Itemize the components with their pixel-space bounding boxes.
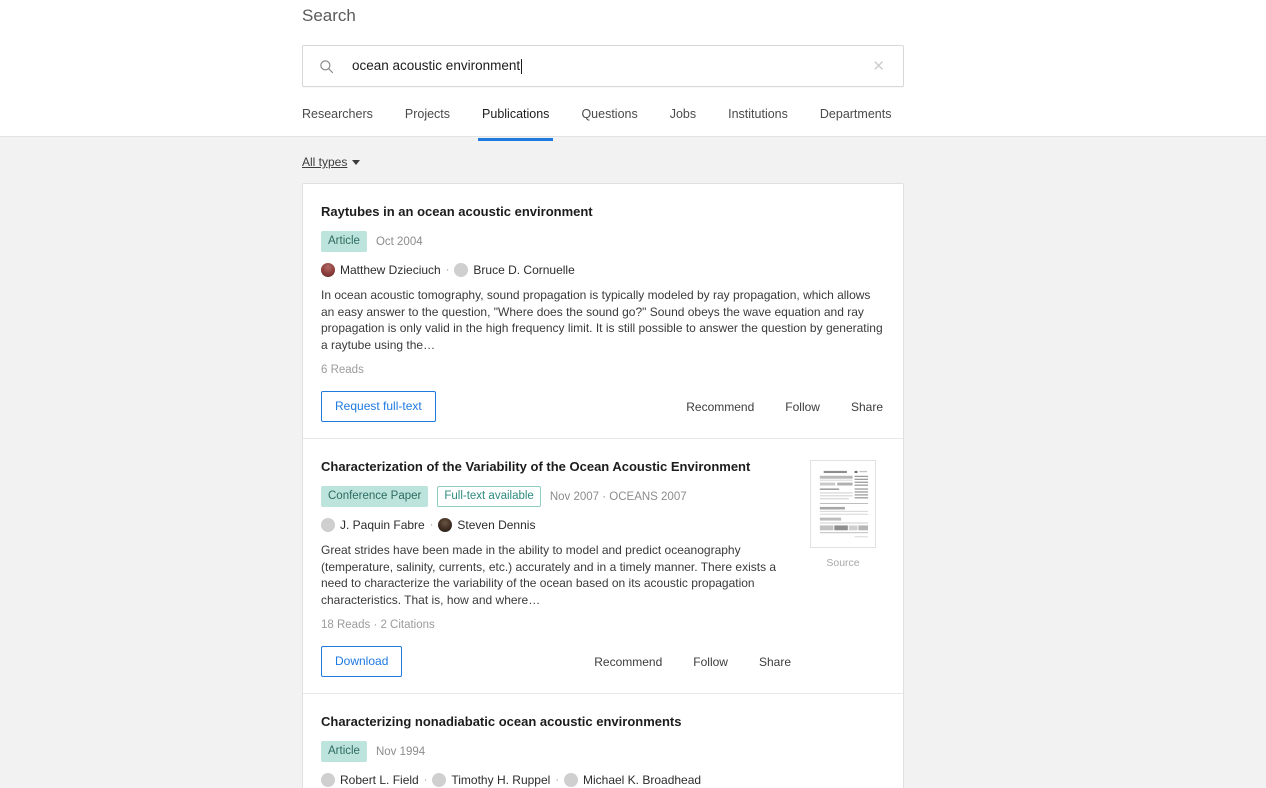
search-icon [319,59,334,74]
publication-meta: Article Oct 2004 [321,231,883,252]
publication-date: Nov 1994 [375,745,426,758]
author-list: J. Paquin Fabre · Steven Dennis [321,518,791,532]
share-button[interactable]: Share [851,400,883,414]
tab-label: Departments [819,107,892,121]
publication-stats: 18 Reads · 2 Citations [321,619,435,631]
results-list: Raytubes in an ocean acoustic environmen… [302,183,904,788]
all-types-filter-label: All types [302,155,348,169]
full-text-badge: Full-text available [437,486,541,507]
tab-publications[interactable]: Publications [466,104,565,141]
result-card[interactable]: Raytubes in an ocean acoustic environmen… [303,184,903,438]
author[interactable]: Steven Dennis [438,518,535,532]
thumbnail-caption: Source [826,557,860,569]
page-title: Search [302,6,356,25]
search-input-value: ocean acoustic environment [352,58,521,73]
publication-title[interactable]: Characterization of the Variability of t… [321,458,791,475]
avatar [432,773,447,787]
author-list: Matthew Dzieciuch · Bruce D. Cornuelle [321,263,883,277]
author[interactable]: Timothy H. Ruppel [432,773,550,787]
tab-label: Jobs [669,107,697,121]
search-input[interactable]: ocean acoustic environment [334,57,868,75]
author[interactable]: Bruce D. Cornuelle [454,263,575,277]
type-badge: Article [321,741,367,762]
avatar [321,773,335,787]
tab-label: Questions [581,107,638,121]
chevron-down-icon [352,159,361,165]
publication-date: Oct 2004 [375,235,423,248]
recommend-button[interactable]: Recommend [594,655,662,669]
publication-thumbnail-wrap: Source [803,458,883,677]
tab-institutions[interactable]: Institutions [712,104,804,141]
avatar [438,518,453,532]
author-name[interactable]: Bruce D. Cornuelle [473,263,574,277]
results-page: All types Raytubes in an ocean acoustic … [0,137,1266,788]
publication-title[interactable]: Characterizing nonadiabatic ocean acoust… [321,713,883,730]
author-name[interactable]: Steven Dennis [457,518,535,532]
all-types-filter[interactable]: All types [302,155,361,169]
author-name[interactable]: Timothy H. Ruppel [451,773,550,787]
publication-meta: Conference Paper Full-text available Nov… [321,486,791,507]
request-full-text-button[interactable]: Request full-text [321,391,436,422]
tab-researchers[interactable]: Researchers [302,104,389,141]
card-actions: Request full-text Recommend Follow Share [321,391,883,422]
tab-projects[interactable]: Projects [389,104,466,141]
type-badge: Conference Paper [321,486,429,507]
publication-meta: Article Nov 1994 [321,741,883,762]
publication-date: Nov 2007 · OCEANS 2007 [549,490,687,503]
author[interactable]: Robert L. Field [321,773,419,787]
tab-label: Institutions [728,107,788,121]
author[interactable]: J. Paquin Fabre [321,518,425,532]
avatar [321,263,335,277]
avatar [321,518,335,532]
author[interactable]: Michael K. Broadhead [563,773,701,787]
follow-button[interactable]: Follow [693,655,728,669]
result-card[interactable]: Characterizing nonadiabatic ocean acoust… [303,693,903,788]
document-preview-icon [816,467,870,541]
avatar [563,773,578,787]
author-list: Robert L. Field · Timothy H. Ruppel · Mi… [321,773,883,787]
follow-button[interactable]: Follow [785,400,820,414]
tab-questions[interactable]: Questions [565,104,653,141]
tab-departments[interactable]: Departments [804,104,908,141]
author[interactable]: Matthew Dzieciuch [321,263,441,277]
author-name[interactable]: Matthew Dzieciuch [340,263,441,277]
author-name[interactable]: Robert L. Field [340,773,419,787]
search-bar[interactable]: ocean acoustic environment ✕ [302,45,904,87]
author-separator: · [555,774,559,786]
publication-title[interactable]: Raytubes in an ocean acoustic environmen… [321,203,883,220]
result-card[interactable]: Characterization of the Variability of t… [303,438,903,693]
tab-jobs[interactable]: Jobs [654,104,712,141]
search-tabs: Researchers Projects Publications Questi… [302,104,904,141]
author-separator: · [429,519,434,531]
author-separator: · [423,774,428,786]
publication-abstract: In ocean acoustic tomography, sound prop… [321,288,883,352]
tab-label: Publications [482,107,550,121]
publication-abstract: Great strides have been made in the abil… [321,543,777,607]
publication-stats: 6 Reads [321,364,364,376]
avatar [454,263,469,277]
author-name[interactable]: Michael K. Broadhead [583,773,701,787]
recommend-button[interactable]: Recommend [686,400,754,414]
text-cursor [521,58,523,74]
tab-label: Researchers [302,107,373,121]
download-button[interactable]: Download [321,646,403,677]
publication-thumbnail[interactable] [810,460,876,548]
filter-row: All types [302,137,904,183]
search-header: Search ocean acoustic environment ✕ Rese… [0,0,1266,141]
close-icon[interactable]: ✕ [868,55,889,78]
card-actions: Download Recommend Follow Share [321,646,791,677]
tab-label: Projects [404,107,451,121]
author-separator: · [445,264,450,276]
share-button[interactable]: Share [759,655,791,669]
type-badge: Article [321,231,367,252]
author-name[interactable]: J. Paquin Fabre [340,518,425,532]
